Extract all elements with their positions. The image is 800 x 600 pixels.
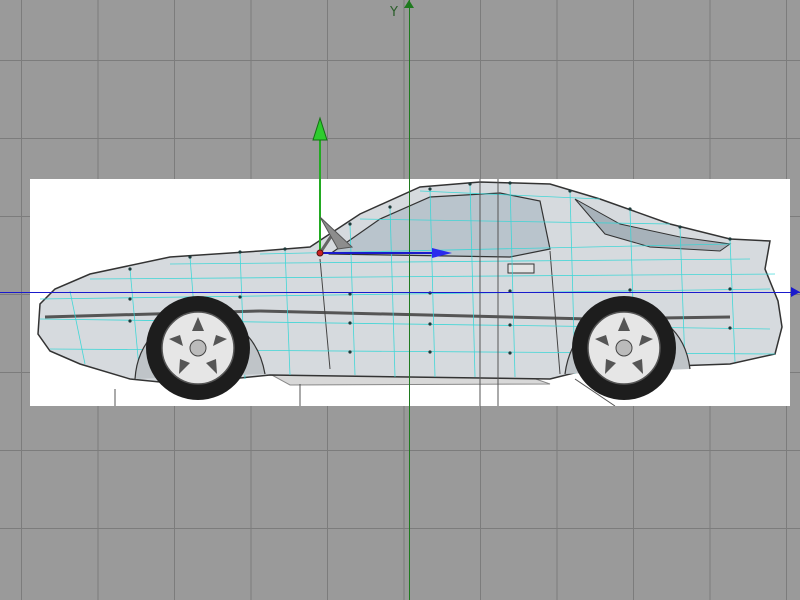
y-axis-label: Y xyxy=(390,5,398,20)
x-axis-arrow-icon xyxy=(791,287,800,297)
x-axis-line xyxy=(0,292,800,293)
rear-wheel xyxy=(572,296,676,400)
y-axis-arrow-icon xyxy=(404,0,414,8)
3d-viewport[interactable]: Y xyxy=(0,0,800,600)
front-wheel xyxy=(146,296,250,400)
y-axis-line xyxy=(409,0,410,600)
